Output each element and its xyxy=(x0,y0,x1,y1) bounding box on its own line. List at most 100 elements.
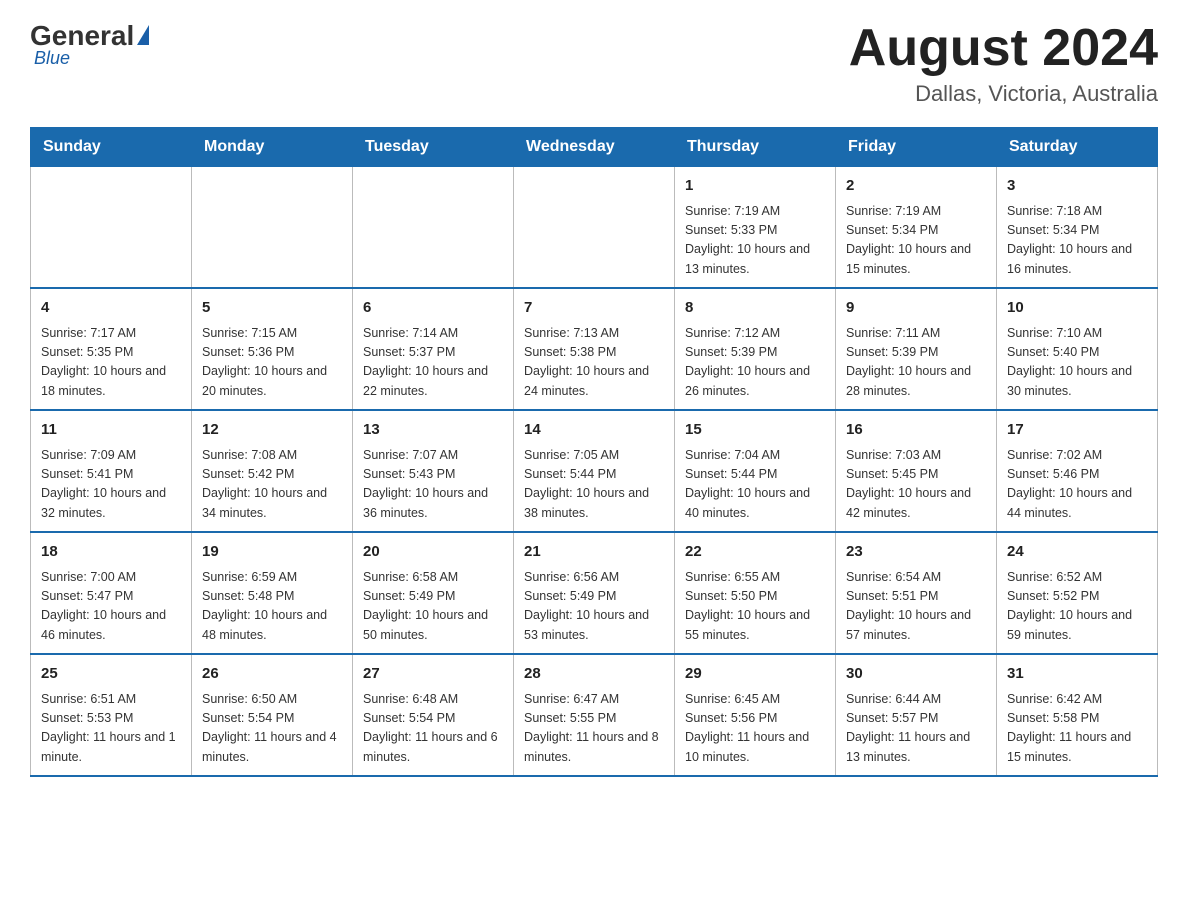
calendar-day-21: 21 Sunrise: 6:56 AM Sunset: 5:49 PM Dayli… xyxy=(514,532,675,654)
day-info: Sunrise: 7:12 AM Sunset: 5:39 PM Dayligh… xyxy=(685,324,825,402)
day-number: 26 xyxy=(202,663,342,686)
day-info: Sunrise: 7:17 AM Sunset: 5:35 PM Dayligh… xyxy=(41,324,181,402)
day-number: 13 xyxy=(363,419,503,442)
calendar-day-22: 22 Sunrise: 6:55 AM Sunset: 5:50 PM Dayli… xyxy=(675,532,836,654)
day-number: 3 xyxy=(1007,175,1147,198)
weekday-header-friday: Friday xyxy=(836,128,997,167)
logo: General Blue xyxy=(30,20,149,69)
calendar-day-27: 27 Sunrise: 6:48 AM Sunset: 5:54 PM Dayli… xyxy=(353,654,514,776)
day-info: Sunrise: 7:19 AM Sunset: 5:34 PM Dayligh… xyxy=(846,202,986,280)
day-info: Sunrise: 7:13 AM Sunset: 5:38 PM Dayligh… xyxy=(524,324,664,402)
day-info: Sunrise: 6:56 AM Sunset: 5:49 PM Dayligh… xyxy=(524,568,664,646)
day-number: 27 xyxy=(363,663,503,686)
calendar-day-empty xyxy=(31,167,192,289)
day-number: 30 xyxy=(846,663,986,686)
calendar-table: SundayMondayTuesdayWednesdayThursdayFrid… xyxy=(30,127,1158,777)
calendar-day-7: 7 Sunrise: 7:13 AM Sunset: 5:38 PM Daylig… xyxy=(514,288,675,410)
calendar-week-row: 1 Sunrise: 7:19 AM Sunset: 5:33 PM Daylig… xyxy=(31,167,1158,289)
day-number: 22 xyxy=(685,541,825,564)
page-header: General Blue August 2024 Dallas, Victori… xyxy=(30,20,1158,107)
day-number: 11 xyxy=(41,419,181,442)
day-info: Sunrise: 6:59 AM Sunset: 5:48 PM Dayligh… xyxy=(202,568,342,646)
calendar-day-24: 24Sunrise: 6:52 AM Sunset: 5:52 PM Dayli… xyxy=(997,532,1158,654)
day-number: 15 xyxy=(685,419,825,442)
calendar-day-14: 14Sunrise: 7:05 AM Sunset: 5:44 PM Dayli… xyxy=(514,410,675,532)
weekday-header-monday: Monday xyxy=(192,128,353,167)
day-info: Sunrise: 7:02 AM Sunset: 5:46 PM Dayligh… xyxy=(1007,446,1147,524)
day-number: 9 xyxy=(846,297,986,320)
calendar-day-17: 17 Sunrise: 7:02 AM Sunset: 5:46 PM Dayli… xyxy=(997,410,1158,532)
day-info: Sunrise: 6:48 AM Sunset: 5:54 PM Dayligh… xyxy=(363,690,503,768)
day-number: 5 xyxy=(202,297,342,320)
day-number: 23 xyxy=(846,541,986,564)
day-number: 25 xyxy=(41,663,181,686)
calendar-header-row: SundayMondayTuesdayWednesdayThursdayFrid… xyxy=(31,128,1158,167)
calendar-day-2: 2Sunrise: 7:19 AM Sunset: 5:34 PM Daylig… xyxy=(836,167,997,289)
day-info: Sunrise: 7:15 AM Sunset: 5:36 PM Dayligh… xyxy=(202,324,342,402)
day-number: 20 xyxy=(363,541,503,564)
weekday-header-saturday: Saturday xyxy=(997,128,1158,167)
day-number: 28 xyxy=(524,663,664,686)
day-info: Sunrise: 7:11 AM Sunset: 5:39 PM Dayligh… xyxy=(846,324,986,402)
calendar-day-25: 25 Sunrise: 6:51 AM Sunset: 5:53 PM Dayli… xyxy=(31,654,192,776)
title-section: August 2024 Dallas, Victoria, Australia xyxy=(849,20,1158,107)
day-number: 6 xyxy=(363,297,503,320)
day-info: Sunrise: 7:04 AM Sunset: 5:44 PM Dayligh… xyxy=(685,446,825,524)
calendar-day-8: 8 Sunrise: 7:12 AM Sunset: 5:39 PM Daylig… xyxy=(675,288,836,410)
calendar-day-18: 18Sunrise: 7:00 AM Sunset: 5:47 PM Dayli… xyxy=(31,532,192,654)
calendar-week-row: 18Sunrise: 7:00 AM Sunset: 5:47 PM Dayli… xyxy=(31,532,1158,654)
calendar-day-6: 6 Sunrise: 7:14 AM Sunset: 5:37 PM Daylig… xyxy=(353,288,514,410)
calendar-day-10: 10 Sunrise: 7:10 AM Sunset: 5:40 PM Dayli… xyxy=(997,288,1158,410)
day-info: Sunrise: 7:05 AM Sunset: 5:44 PM Dayligh… xyxy=(524,446,664,524)
weekday-header-tuesday: Tuesday xyxy=(353,128,514,167)
day-info: Sunrise: 6:52 AM Sunset: 5:52 PM Dayligh… xyxy=(1007,568,1147,646)
day-info: Sunrise: 6:51 AM Sunset: 5:53 PM Dayligh… xyxy=(41,690,181,768)
day-info: Sunrise: 6:50 AM Sunset: 5:54 PM Dayligh… xyxy=(202,690,342,768)
day-info: Sunrise: 7:07 AM Sunset: 5:43 PM Dayligh… xyxy=(363,446,503,524)
calendar-day-19: 19 Sunrise: 6:59 AM Sunset: 5:48 PM Dayli… xyxy=(192,532,353,654)
calendar-day-12: 12 Sunrise: 7:08 AM Sunset: 5:42 PM Dayli… xyxy=(192,410,353,532)
calendar-day-15: 15 Sunrise: 7:04 AM Sunset: 5:44 PM Dayli… xyxy=(675,410,836,532)
calendar-day-9: 9 Sunrise: 7:11 AM Sunset: 5:39 PM Daylig… xyxy=(836,288,997,410)
calendar-day-26: 26 Sunrise: 6:50 AM Sunset: 5:54 PM Dayli… xyxy=(192,654,353,776)
day-info: Sunrise: 6:45 AM Sunset: 5:56 PM Dayligh… xyxy=(685,690,825,768)
day-number: 12 xyxy=(202,419,342,442)
day-number: 8 xyxy=(685,297,825,320)
day-number: 4 xyxy=(41,297,181,320)
day-number: 18 xyxy=(41,541,181,564)
day-info: Sunrise: 6:55 AM Sunset: 5:50 PM Dayligh… xyxy=(685,568,825,646)
calendar-day-23: 23 Sunrise: 6:54 AM Sunset: 5:51 PM Dayli… xyxy=(836,532,997,654)
day-info: Sunrise: 6:54 AM Sunset: 5:51 PM Dayligh… xyxy=(846,568,986,646)
logo-blue-text: Blue xyxy=(34,48,70,69)
day-info: Sunrise: 7:10 AM Sunset: 5:40 PM Dayligh… xyxy=(1007,324,1147,402)
day-info: Sunrise: 7:08 AM Sunset: 5:42 PM Dayligh… xyxy=(202,446,342,524)
day-number: 21 xyxy=(524,541,664,564)
calendar-day-28: 28Sunrise: 6:47 AM Sunset: 5:55 PM Dayli… xyxy=(514,654,675,776)
day-info: Sunrise: 7:19 AM Sunset: 5:33 PM Dayligh… xyxy=(685,202,825,280)
day-number: 31 xyxy=(1007,663,1147,686)
day-number: 16 xyxy=(846,419,986,442)
day-info: Sunrise: 7:14 AM Sunset: 5:37 PM Dayligh… xyxy=(363,324,503,402)
calendar-day-13: 13 Sunrise: 7:07 AM Sunset: 5:43 PM Dayli… xyxy=(353,410,514,532)
calendar-day-16: 16Sunrise: 7:03 AM Sunset: 5:45 PM Dayli… xyxy=(836,410,997,532)
location-label: Dallas, Victoria, Australia xyxy=(849,81,1158,107)
calendar-day-1: 1 Sunrise: 7:19 AM Sunset: 5:33 PM Daylig… xyxy=(675,167,836,289)
day-number: 19 xyxy=(202,541,342,564)
day-info: Sunrise: 6:44 AM Sunset: 5:57 PM Dayligh… xyxy=(846,690,986,768)
day-number: 7 xyxy=(524,297,664,320)
day-number: 1 xyxy=(685,175,825,198)
weekday-header-thursday: Thursday xyxy=(675,128,836,167)
calendar-day-empty xyxy=(353,167,514,289)
weekday-header-sunday: Sunday xyxy=(31,128,192,167)
calendar-week-row: 25 Sunrise: 6:51 AM Sunset: 5:53 PM Dayli… xyxy=(31,654,1158,776)
calendar-day-3: 3Sunrise: 7:18 AM Sunset: 5:34 PM Daylig… xyxy=(997,167,1158,289)
calendar-day-31: 31Sunrise: 6:42 AM Sunset: 5:58 PM Dayli… xyxy=(997,654,1158,776)
day-number: 10 xyxy=(1007,297,1147,320)
day-info: Sunrise: 7:09 AM Sunset: 5:41 PM Dayligh… xyxy=(41,446,181,524)
calendar-week-row: 4 Sunrise: 7:17 AM Sunset: 5:35 PM Daylig… xyxy=(31,288,1158,410)
calendar-day-empty xyxy=(514,167,675,289)
day-number: 17 xyxy=(1007,419,1147,442)
month-title: August 2024 xyxy=(849,20,1158,77)
logo-triangle-icon xyxy=(137,25,149,45)
calendar-day-29: 29Sunrise: 6:45 AM Sunset: 5:56 PM Dayli… xyxy=(675,654,836,776)
